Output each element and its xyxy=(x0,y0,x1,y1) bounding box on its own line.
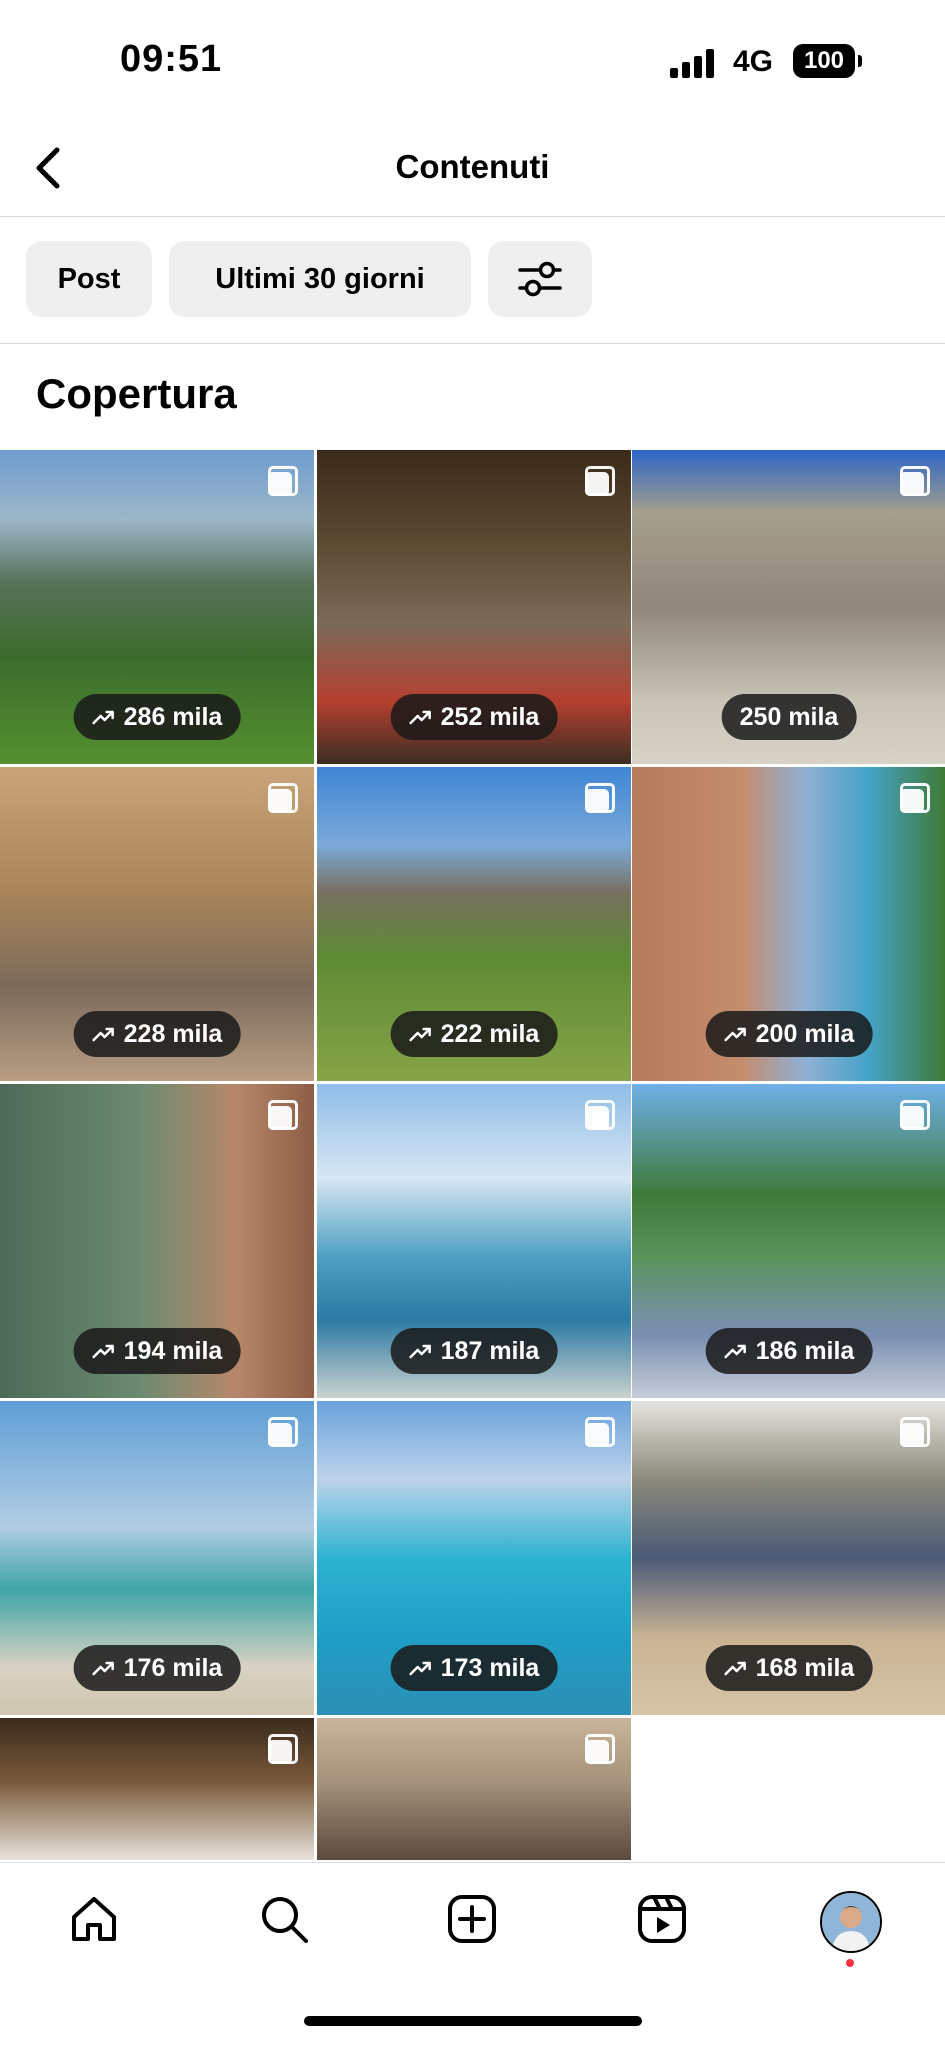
date-range-filter-button[interactable]: Ultimi 30 giorni xyxy=(169,241,471,317)
carousel-icon xyxy=(268,1417,298,1447)
carousel-icon xyxy=(585,1100,615,1130)
trend-up-icon xyxy=(409,1661,431,1676)
reach-badge: 173 mila xyxy=(390,1645,558,1691)
reach-badge: 176 mila xyxy=(73,1645,241,1691)
post-tile[interactable]: 228 mila xyxy=(0,767,314,1081)
trend-up-icon xyxy=(92,710,114,725)
reach-badge: 187 mila xyxy=(390,1328,558,1374)
network-label: 4G xyxy=(733,45,774,78)
carousel-icon xyxy=(900,1100,930,1130)
trend-up-icon xyxy=(409,1344,431,1359)
trend-up-icon xyxy=(409,1027,431,1042)
signal-icon xyxy=(670,48,720,78)
reach-badge: 228 mila xyxy=(73,1011,241,1057)
trend-up-icon xyxy=(409,710,431,725)
trend-up-icon xyxy=(92,1344,114,1359)
post-tile[interactable]: 252 mila xyxy=(317,450,631,764)
post-tile[interactable]: 200 mila xyxy=(632,767,945,1081)
post-tile[interactable]: 286 mila xyxy=(0,450,314,764)
search-icon xyxy=(262,1897,308,1943)
battery-tip xyxy=(858,55,862,67)
reach-badge: 222 mila xyxy=(390,1011,558,1057)
status-bar: 09:51 4G 100 xyxy=(0,0,945,120)
sliders-icon xyxy=(518,261,562,297)
filter-bar: Post Ultimi 30 giorni xyxy=(0,217,945,344)
battery-icon: 100 xyxy=(793,44,855,78)
reach-badge: 186 mila xyxy=(705,1328,873,1374)
tab-create[interactable] xyxy=(442,1889,502,1949)
create-icon xyxy=(448,1895,496,1943)
post-tile[interactable]: 222 mila xyxy=(317,767,631,1081)
carousel-icon xyxy=(268,1100,298,1130)
trend-up-icon xyxy=(724,1661,746,1676)
status-time: 09:51 xyxy=(120,38,223,80)
trend-up-icon xyxy=(92,1661,114,1676)
post-tile[interactable]: 250 mila xyxy=(632,450,945,764)
tab-reels[interactable] xyxy=(632,1889,692,1949)
avatar-image xyxy=(822,1893,880,1951)
reach-badge: 168 mila xyxy=(705,1645,873,1691)
page-title: Contenuti xyxy=(395,148,550,185)
post-tile[interactable] xyxy=(317,1718,631,1860)
reach-badge: 200 mila xyxy=(705,1011,873,1057)
reach-badge: 286 mila xyxy=(73,694,241,740)
tab-home[interactable] xyxy=(64,1889,124,1949)
carousel-icon xyxy=(585,1734,615,1764)
trend-up-icon xyxy=(724,1027,746,1042)
carousel-icon xyxy=(585,1417,615,1447)
post-tile[interactable]: 168 mila xyxy=(632,1401,945,1715)
home-indicator xyxy=(304,2016,642,2026)
post-tile[interactable]: 194 mila xyxy=(0,1084,314,1398)
carousel-icon xyxy=(900,783,930,813)
carousel-icon xyxy=(900,466,930,496)
filter-settings-button[interactable] xyxy=(488,241,592,317)
post-tile[interactable]: 176 mila xyxy=(0,1401,314,1715)
trend-up-icon xyxy=(92,1027,114,1042)
carousel-icon xyxy=(900,1417,930,1447)
carousel-icon xyxy=(268,1734,298,1764)
trend-up-icon xyxy=(724,1344,746,1359)
carousel-icon xyxy=(268,466,298,496)
post-tile[interactable] xyxy=(0,1718,314,1860)
tab-search[interactable] xyxy=(254,1889,314,1949)
profile-avatar[interactable] xyxy=(820,1891,882,1953)
reach-badge: 252 mila xyxy=(390,694,558,740)
content-type-filter-button[interactable]: Post xyxy=(26,241,152,317)
carousel-icon xyxy=(585,466,615,496)
post-tile[interactable]: 187 mila xyxy=(317,1084,631,1398)
carousel-icon xyxy=(585,783,615,813)
post-tile[interactable]: 173 mila xyxy=(317,1401,631,1715)
post-tile[interactable]: 186 mila xyxy=(632,1084,945,1398)
reach-badge: 250 mila xyxy=(721,694,857,740)
reels-icon xyxy=(638,1895,686,1943)
carousel-icon xyxy=(268,783,298,813)
section-title: Copertura xyxy=(36,370,237,417)
header: Contenuti xyxy=(0,120,945,217)
home-icon xyxy=(72,1897,116,1941)
reach-badge: 194 mila xyxy=(73,1328,241,1374)
notification-dot xyxy=(846,1959,854,1967)
